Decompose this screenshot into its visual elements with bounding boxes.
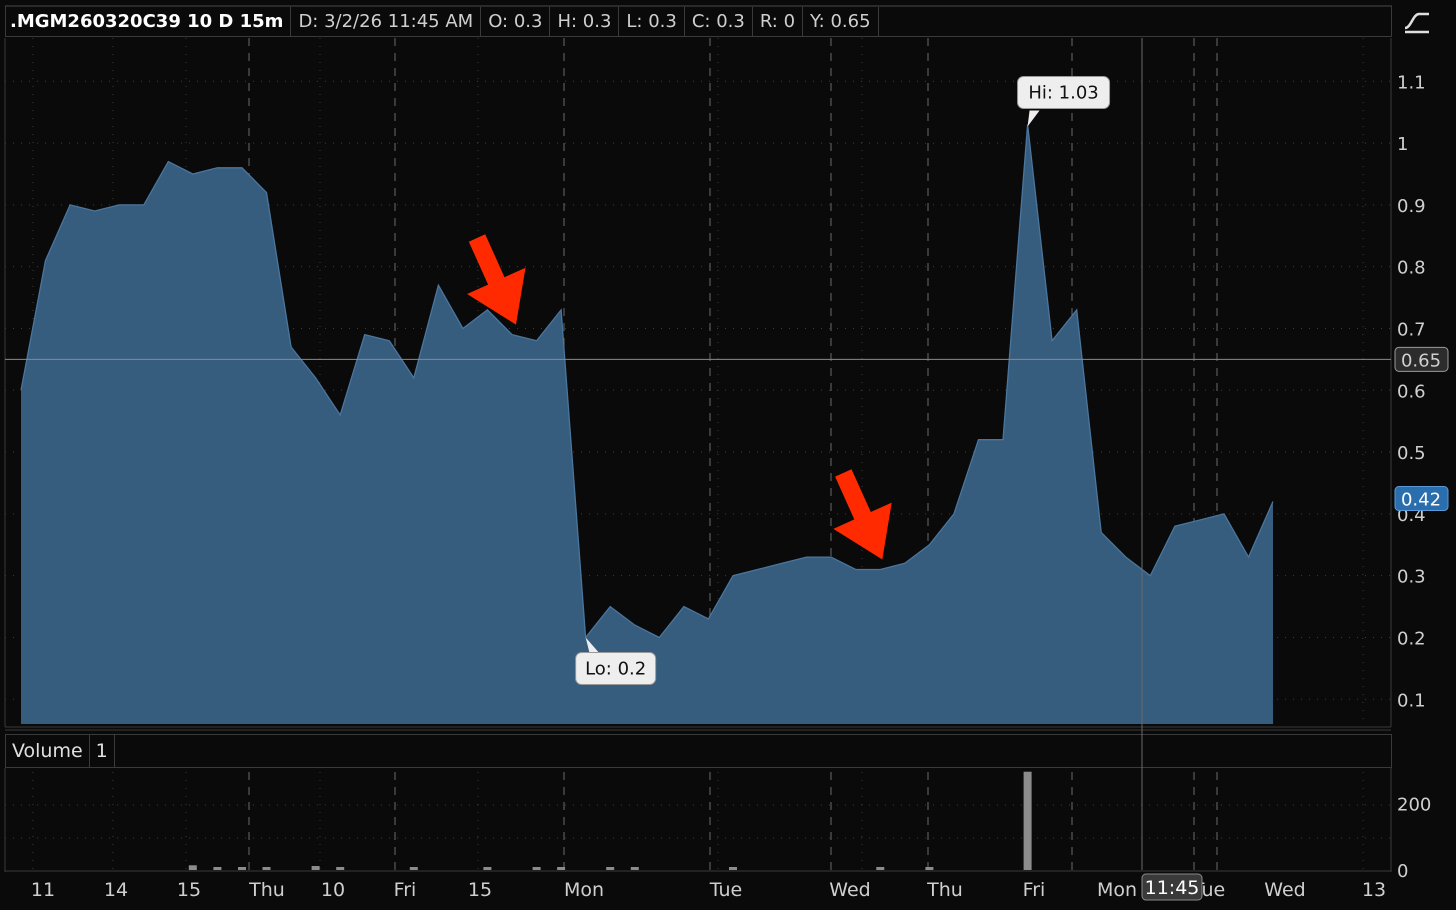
y-tick-label: 0.6 [1397, 381, 1426, 402]
x-tick-label: Wed [829, 879, 870, 901]
x-tick-label: Thu [248, 879, 285, 901]
volume-bar [213, 867, 222, 870]
y-tick-label: 0.7 [1397, 319, 1426, 340]
x-tick-label: Tue [709, 879, 742, 901]
x-tick-label: Fri [1023, 879, 1046, 901]
price-axis: 0.10.20.30.40.50.60.70.80.911.1 [1397, 72, 1426, 711]
volume-bar [557, 867, 566, 870]
y-tick-label: 1 [1397, 134, 1408, 155]
red-arrow-icon [467, 234, 526, 325]
x-tick-label: Mon [564, 879, 604, 901]
volume-bars [188, 771, 1032, 870]
y-tick-label: 0.1 [1397, 690, 1426, 711]
y-tick-label: 0.8 [1397, 258, 1426, 279]
volume-bar [336, 867, 345, 870]
volume-bar [532, 867, 541, 870]
y-tick-label: 1.1 [1397, 72, 1426, 93]
y-tick-label: 0.9 [1397, 196, 1426, 217]
price-area [20, 124, 1274, 724]
crosshair-time-label: 11:45 [1145, 877, 1200, 899]
volume-bar [262, 867, 271, 870]
crosshair-price-label: 0.65 [1401, 350, 1441, 371]
y-tick-label: 0.5 [1397, 443, 1426, 464]
x-tick-label: 13 [1362, 879, 1386, 901]
volume-bar [311, 866, 320, 870]
x-tick-label: Mon [1097, 879, 1137, 901]
red-arrow-icon [833, 469, 892, 560]
x-tick-label: Thu [926, 879, 963, 901]
price-area-fill [21, 124, 1274, 724]
x-tick-label: Fri [394, 879, 417, 901]
x-tick-label: 15 [468, 879, 492, 901]
low-callout-text: Lo: 0.2 [585, 658, 646, 679]
x-tick-label: 11 [31, 879, 55, 901]
volume-tick-label: 0 [1397, 861, 1408, 882]
last-price-label: 0.42 [1401, 490, 1441, 511]
x-tick-label: 14 [104, 879, 128, 901]
y-tick-label: 0.3 [1397, 567, 1426, 588]
volume-bar [1023, 771, 1032, 870]
volume-bar [925, 867, 934, 870]
x-tick-label: Wed [1264, 879, 1305, 901]
volume-tick-label: 200 [1397, 794, 1431, 815]
volume-bar [483, 867, 492, 870]
volume-bar [238, 867, 246, 870]
volume-bar [409, 867, 418, 870]
volume-bar [630, 867, 639, 870]
volume-bar [729, 867, 737, 870]
x-tick-label: 10 [321, 879, 345, 901]
y-tick-label: 0.2 [1397, 628, 1426, 649]
volume-bar [188, 865, 197, 870]
high-callout-pointer [1027, 110, 1040, 127]
high-callout-text: Hi: 1.03 [1028, 83, 1098, 104]
volume-bar [876, 867, 885, 870]
volume-axis: 0 200 [1397, 794, 1431, 882]
price-chart[interactable]: 0.10.20.30.40.50.60.70.80.911.1 0200 11 1… [0, 0, 1456, 910]
volume-bar [606, 867, 615, 870]
x-tick-label: 15 [177, 879, 201, 901]
